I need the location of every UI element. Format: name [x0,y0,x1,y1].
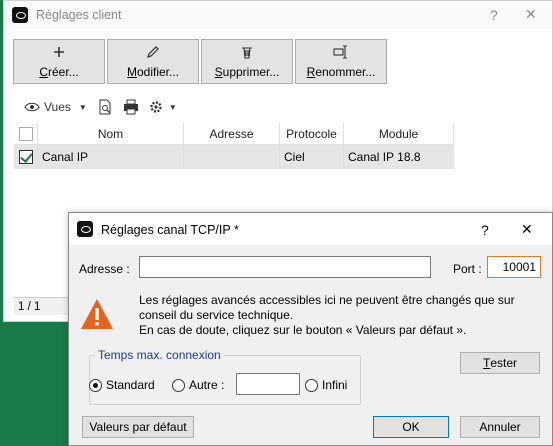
group-title: Temps max. connexion [95,348,224,362]
delete-button[interactable]: Supprimer... [201,39,293,84]
rename-icon [333,44,349,61]
column-header-adresse[interactable]: Adresse [184,123,280,144]
settings-menu[interactable]: ▼ [149,100,177,114]
dialog-titlebar: Réglages canal TCP/IP * ? ✕ [69,213,552,245]
window-title: Réglages client [36,8,122,22]
port-input[interactable] [487,256,541,278]
dialog-title: Réglages canal TCP/IP * [101,223,239,237]
app-icon [12,7,28,23]
select-all-checkbox[interactable] [14,123,38,144]
print-preview-icon [99,99,111,115]
autre-timeout-input[interactable] [236,373,300,395]
chevron-down-icon: ▼ [168,102,177,112]
cell-nom: Canal IP [38,145,184,169]
gear-icon [150,101,162,113]
help-icon[interactable]: ? [481,222,489,238]
table-row[interactable]: Canal IP Ciel Canal IP 18.8 [14,145,454,169]
column-header-protocole[interactable]: Protocole [280,123,344,144]
default-values-button[interactable]: Valeurs par défaut [82,416,194,438]
list-toolbar: Vues ▼ ▼ [14,93,454,121]
rename-button[interactable]: Renommer... [295,39,387,84]
app-icon [77,221,93,237]
preview-button[interactable] [97,99,113,115]
create-button[interactable]: Créer... [13,39,105,84]
views-label: Vues [44,100,71,114]
cell-adresse [184,145,280,169]
close-icon[interactable]: ✕ [525,6,537,23]
warning-icon [79,297,115,331]
eye-icon [24,102,40,112]
tcpip-settings-dialog: Réglages canal TCP/IP * ? ✕ Adresse : Po… [68,212,553,446]
warning-message: Les réglages avancés accessibles ici ne … [139,293,515,337]
modify-button[interactable]: Modifier... [107,39,199,84]
printer-icon [123,99,138,115]
port-label: Port : [453,262,482,276]
cell-protocole: Ciel [280,145,344,169]
pencil-icon [146,45,160,61]
background-green-block [0,322,68,446]
test-button[interactable]: Tester [460,352,540,374]
channels-table: Nom Adresse Protocole Module Canal IP Ci… [14,123,454,169]
column-header-nom[interactable]: Nom [38,123,184,144]
client-settings-titlebar: Réglages client ? ✕ [4,1,552,29]
cancel-button[interactable]: Annuler [460,416,540,438]
table-header: Nom Adresse Protocole Module [14,123,454,145]
close-icon[interactable]: ✕ [521,221,533,238]
plus-icon [53,45,65,61]
column-header-module[interactable]: Module [344,123,454,144]
pager: 1 / 1 [14,297,74,315]
address-input[interactable] [139,256,431,278]
radio-standard[interactable]: Standard [89,378,155,392]
radio-infini[interactable]: Infini [305,378,347,392]
views-menu[interactable]: Vues ▼ [24,100,87,114]
row-checkbox[interactable] [14,145,38,169]
cell-module: Canal IP 18.8 [344,145,454,169]
print-button[interactable] [123,99,139,115]
ok-button[interactable]: OK [373,416,449,438]
help-icon[interactable]: ? [490,7,498,23]
radio-autre[interactable]: Autre : [172,378,224,392]
chevron-down-icon: ▼ [78,102,87,112]
trash-icon [240,45,254,61]
address-label: Adresse : [79,262,130,276]
